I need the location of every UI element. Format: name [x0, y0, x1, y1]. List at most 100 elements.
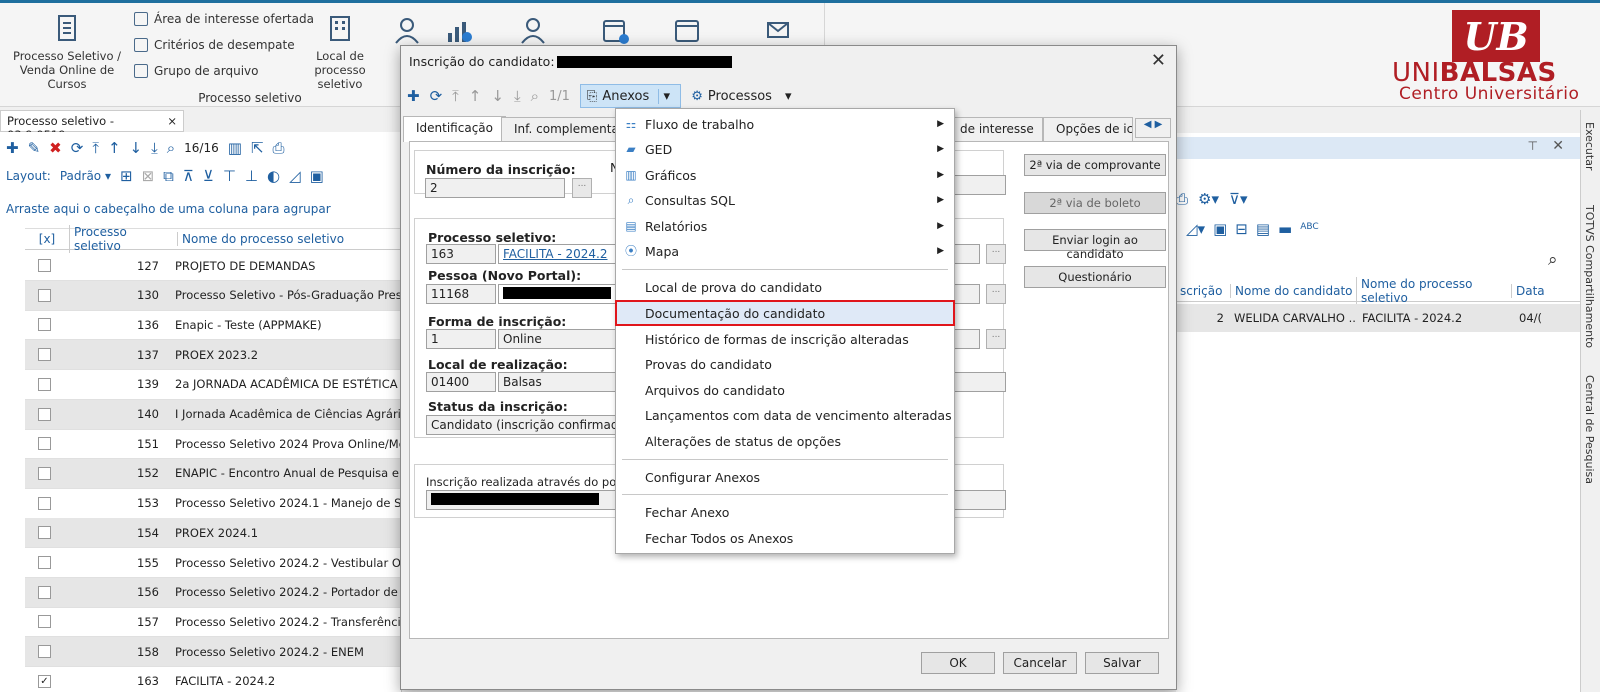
pin-icon[interactable]: ⊤ [1528, 139, 1538, 153]
area-interesse-button[interactable]: Área de interesse ofertada [134, 12, 314, 26]
side-tab-compartilhamento[interactable]: TOTVS Compartilhamento [1583, 205, 1596, 348]
color-icon[interactable]: ◐ [267, 168, 280, 184]
side-tab-pesquisa[interactable]: Central de Pesquisa [1583, 375, 1596, 484]
processo-seletivo-button[interactable]: Processo Seletivo / Venda Online de Curs… [4, 13, 130, 91]
processos-menu-button[interactable]: ⚙ Processos ▾ [691, 89, 791, 104]
layout-add-icon[interactable]: ⊞ [120, 168, 133, 184]
layout-save-icon[interactable]: ⧉ [163, 168, 174, 184]
row-checkbox[interactable] [38, 259, 51, 272]
table-row[interactable]: ✓ 163 FACILITA - 2024.2 [25, 667, 402, 692]
local-name-field[interactable]: Balsas [498, 372, 618, 392]
forma-code-field[interactable]: 1 [426, 329, 496, 349]
ok-button[interactable]: OK [921, 652, 995, 674]
search-icon[interactable]: ⌕ [531, 87, 539, 105]
segunda-via-comprovante-button[interactable]: 2ª via de comprovante [1024, 154, 1166, 176]
questionario-button[interactable]: Questionário [1024, 266, 1166, 288]
enviar-login-button[interactable]: Enviar login ao candidato [1024, 229, 1166, 261]
save-button[interactable]: Salvar [1085, 652, 1159, 674]
menu-item-mapa[interactable]: ⦿ Mapa ▶ [616, 239, 954, 263]
menu-item-historico-formas[interactable]: Histórico de formas de inscrição alterad… [616, 327, 954, 351]
row-checkbox[interactable] [38, 318, 51, 332]
forma-name-field[interactable]: Online [498, 329, 618, 349]
pessoa-name-field[interactable] [498, 284, 618, 304]
menu-item-lancamentos[interactable]: Lançamentos com data de vencimento alter… [616, 403, 954, 427]
row-checkbox[interactable] [38, 407, 51, 421]
portal-field[interactable] [426, 490, 618, 510]
last-record-icon[interactable]: ⤓ [151, 140, 158, 156]
row-checkbox[interactable] [38, 348, 51, 362]
menu-item-provas[interactable]: Provas do candidato [616, 352, 954, 376]
last-record-icon[interactable]: ⤓ [514, 87, 521, 105]
row-checkbox[interactable]: ✓ [38, 674, 51, 688]
col-nome[interactable]: Nome do processo seletivo [177, 232, 402, 246]
row-checkbox[interactable] [38, 615, 51, 629]
processo-code-field[interactable]: 163 [426, 244, 496, 264]
next-record-icon[interactable]: ↓ [491, 87, 504, 105]
portal-extra-field[interactable] [950, 490, 1006, 510]
grupo-arquivo-button[interactable]: Grupo de arquivo [134, 64, 259, 78]
layout-select[interactable]: Padrão ▾ [60, 169, 111, 183]
finance-chart-icon[interactable] [444, 15, 474, 45]
pin-icon[interactable]: ⊤ [223, 168, 236, 184]
menu-item-fechar-anexo[interactable]: Fechar Anexo [616, 500, 954, 524]
calendar-icon[interactable] [672, 15, 702, 45]
panel-top-icon[interactable]: ▤ [1256, 220, 1270, 238]
local-extra-field[interactable] [950, 372, 1006, 392]
row-checkbox[interactable] [38, 466, 51, 480]
chart-icon[interactable]: ◿▾ [1186, 220, 1205, 238]
menu-item-local-prova[interactable]: Local de prova do candidato [616, 275, 954, 299]
print-icon[interactable]: ⎙ [1176, 190, 1188, 208]
previous-record-icon[interactable]: ↑ [469, 87, 482, 105]
tab-area-interesse[interactable]: de interesse [947, 117, 1043, 141]
chart-icon[interactable]: ◿ [289, 168, 301, 184]
col-check[interactable]: [x] [25, 232, 69, 246]
menu-item-graficos[interactable]: ▥ Gráficos ▶ [616, 163, 954, 187]
close-icon[interactable]: × [167, 114, 177, 128]
row-checkbox[interactable] [38, 645, 51, 659]
refresh-icon[interactable]: ⟳ [430, 87, 443, 105]
user-icon[interactable] [392, 15, 422, 45]
anexos-menu-button[interactable]: ⎘ Anexos ▾ [579, 84, 682, 108]
person-icon[interactable] [518, 15, 548, 45]
search-icon[interactable]: ⌕ [1548, 250, 1558, 270]
table-row[interactable]: 158 Processo Seletivo 2024.2 - ENEM [25, 637, 402, 668]
add-icon[interactable]: ✚ [407, 87, 420, 105]
menu-item-alteracoes-status[interactable]: Alterações de status de opções [616, 429, 954, 453]
close-icon[interactable]: ✕ [1552, 138, 1564, 154]
menu-item-relatorios[interactable]: ▤ Relatórios ▶ [616, 214, 954, 238]
row-checkbox[interactable] [38, 437, 51, 451]
row-checkbox[interactable] [38, 377, 51, 391]
previous-record-icon[interactable]: ↑ [108, 140, 121, 156]
first-record-icon[interactable]: ⤒ [452, 87, 459, 105]
numero-inscricao-field[interactable]: 2 [425, 178, 565, 198]
pessoa-lookup-button[interactable]: ... [986, 284, 1006, 304]
table-row[interactable]: 2 WELIDA CARVALHO ... FACILITA - 2024.2 … [1176, 304, 1580, 332]
panel-icon[interactable]: ▣ [310, 168, 324, 184]
menu-item-fechar-todos[interactable]: Fechar Todos os Anexos [616, 526, 954, 550]
table-row[interactable]: 139 2a JORNADA ACADÊMICA DE ESTÉTICA E [25, 370, 402, 400]
columns-icon[interactable]: ▥ [228, 140, 242, 156]
calendar-check-icon[interactable] [600, 15, 630, 45]
row-checkbox[interactable] [38, 526, 51, 540]
table-row[interactable]: 136 Enapic - Teste (APPMAKE) [25, 310, 402, 341]
tab-identificacao[interactable]: Identificação [403, 116, 506, 142]
table-row[interactable]: 157 Processo Seletivo 2024.2 - Transferên… [25, 607, 402, 638]
filter-icon[interactable]: ⊽▾ [1229, 190, 1248, 208]
edit-icon[interactable]: ✎ [28, 140, 41, 156]
segunda-via-boleto-button[interactable]: 2ª via de boleto [1024, 192, 1166, 214]
table-row[interactable]: 152 ENAPIC - Encontro Anual de Pesquisa e… [25, 458, 402, 489]
menu-item-ged[interactable]: ▰ GED ▶ [616, 137, 954, 161]
tab-scroll-arrows[interactable]: ◀ ▶ [1135, 118, 1171, 138]
menu-item-configurar-anexos[interactable]: Configurar Anexos [616, 465, 954, 489]
print-icon[interactable]: ⎙ [273, 140, 285, 156]
n-field[interactable] [950, 175, 1006, 195]
numero-lookup-button[interactable]: ... [572, 178, 592, 198]
processo-lookup-button[interactable]: ... [986, 244, 1006, 264]
table-row[interactable]: 153 Processo Seletivo 2024.1 - Manejo de … [25, 489, 402, 519]
table-row[interactable]: 151 Processo Seletivo 2024 Prova Online/M… [25, 429, 402, 460]
row-checkbox[interactable] [38, 556, 51, 569]
row-checkbox[interactable] [38, 585, 51, 599]
table-row[interactable]: 130 Processo Seletivo - Pós-Graduação Pre… [25, 280, 402, 311]
search-icon[interactable]: ⌕ [167, 140, 175, 156]
local-processo-button[interactable]: Local de processo seletivo [290, 13, 390, 91]
